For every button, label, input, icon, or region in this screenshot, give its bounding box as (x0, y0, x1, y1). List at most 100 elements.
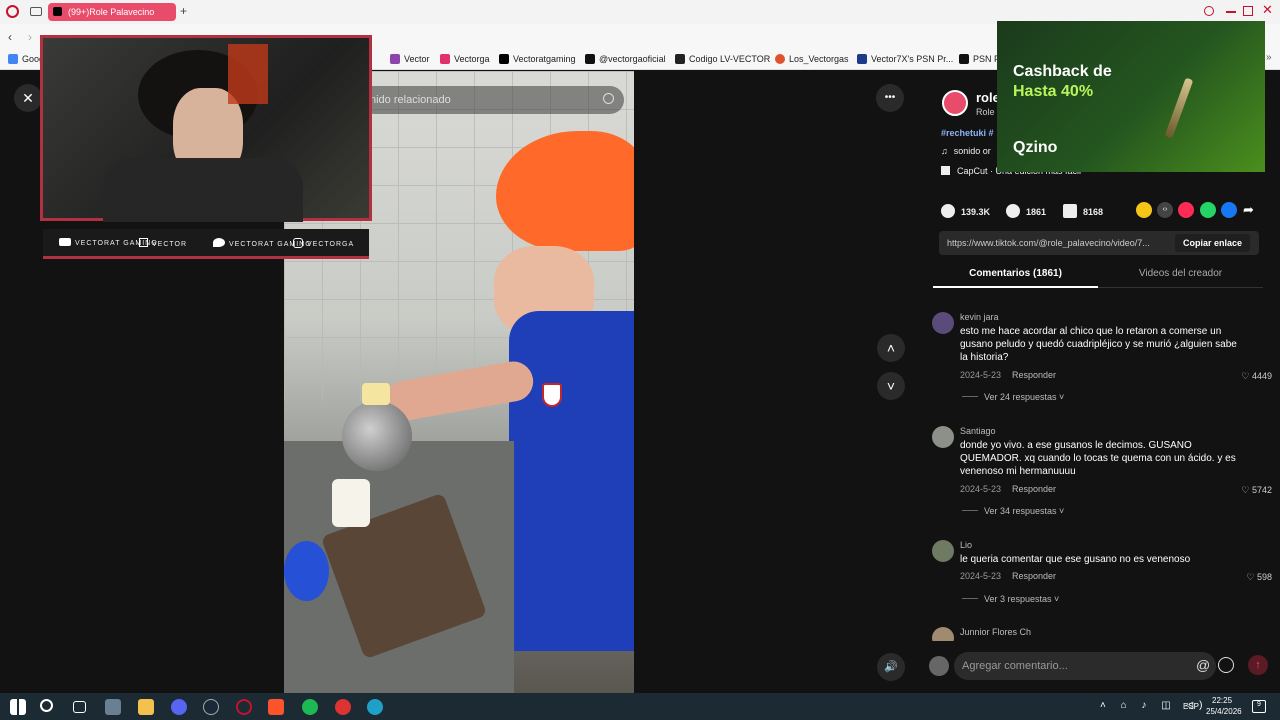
comment-likes[interactable]: ♡ 4449 (1241, 371, 1272, 382)
saves-stat[interactable]: 8168 (1063, 204, 1103, 218)
search-icon[interactable] (603, 93, 614, 104)
ad-sword-icon (1164, 77, 1194, 139)
spotify-icon[interactable] (302, 699, 318, 715)
avatar[interactable] (932, 312, 954, 334)
discord-icon[interactable] (171, 699, 187, 715)
app-icon[interactable] (105, 699, 121, 715)
view-replies-button[interactable]: Ver 3 respuestas ˅ (962, 594, 1059, 604)
search-tabs-icon[interactable] (1204, 6, 1214, 16)
sound-row[interactable]: ♫ sonido or (941, 146, 991, 156)
user-avatar[interactable] (929, 656, 949, 676)
reply-button[interactable]: Responder (1012, 571, 1056, 581)
heart-icon (941, 204, 955, 218)
copy-link-button[interactable]: Copiar enlace (1175, 234, 1251, 252)
comments-stat[interactable]: 1861 (1006, 204, 1046, 218)
next-video-button[interactable]: ˅ (877, 372, 905, 400)
steam-icon[interactable] (203, 699, 219, 715)
post-comment-button[interactable]: ↑ (1248, 655, 1268, 675)
task-view-icon[interactable] (73, 701, 86, 713)
bookmark-item[interactable]: PSN P (959, 54, 1000, 64)
reply-button[interactable]: Responder (1012, 484, 1056, 494)
comment-item: Lio le queria comentar que ese gusano no… (932, 540, 1272, 610)
video-url[interactable]: https://www.tiktok.com/@role_palavecino/… (947, 238, 1173, 248)
windows-start-icon[interactable] (10, 699, 26, 715)
bookmark-item[interactable]: Goog (8, 54, 44, 64)
ad-line-2: Hasta 40% (1013, 83, 1094, 100)
previous-video-button[interactable]: ˄ (877, 334, 905, 362)
mention-icon[interactable]: @ (1196, 657, 1210, 673)
share-link-row: https://www.tiktok.com/@role_palavecino/… (939, 231, 1259, 255)
close-video-button[interactable]: ✕ (14, 84, 42, 112)
clock-date[interactable]: 25/4/2026 (1206, 707, 1242, 716)
bookmark-item[interactable]: Vectorga (440, 54, 490, 64)
notification-count: 9 (1257, 701, 1261, 708)
comment-username[interactable]: kevin jara (960, 312, 999, 322)
share-arrow-icon[interactable]: ➦ (1243, 202, 1254, 218)
comment-icon (1006, 204, 1020, 218)
comment-likes[interactable]: ♡ 5742 (1241, 485, 1272, 496)
tiktok-icon (53, 7, 62, 16)
bookmark-item[interactable]: Vector (390, 54, 430, 64)
edge-icon[interactable] (367, 699, 383, 715)
tab-creator-videos[interactable]: Videos del creador (1098, 268, 1263, 279)
tab-comments[interactable]: Comentarios (1861) (933, 268, 1098, 279)
tab-active-underline (933, 286, 1098, 288)
casino-ad-overlay[interactable]: Cashback de Hasta 40% Qzino (997, 21, 1265, 172)
video-hashtags[interactable]: #rechetuki # (941, 128, 994, 138)
comment-text: esto me hace acordar al chico que lo ret… (960, 326, 1237, 363)
share-friends-icon[interactable] (1136, 202, 1152, 218)
emoji-icon[interactable] (1218, 657, 1234, 673)
volume-button[interactable]: 🔊 (877, 653, 905, 681)
avatar[interactable] (932, 426, 954, 448)
search-placeholder: nido relacionado (370, 94, 451, 106)
embed-icon[interactable]: ‹› (1157, 202, 1173, 218)
back-icon[interactable]: ‹ (8, 30, 12, 44)
avatar[interactable] (932, 540, 954, 562)
language-indicator[interactable]: ESP (1183, 702, 1199, 711)
bookmark-item[interactable]: Los_Vectorgas (775, 54, 849, 64)
video-search-input[interactable]: nido relacionado (360, 86, 624, 114)
twitter-icon (213, 238, 225, 247)
facebook-icon[interactable] (1221, 202, 1237, 218)
workspaces-icon[interactable] (30, 7, 42, 16)
clock-time[interactable]: 22:25 (1212, 696, 1232, 705)
music-note-icon: ♫ (941, 146, 948, 156)
notifications-icon[interactable]: 9 (1252, 700, 1266, 713)
view-replies-button[interactable]: Ver 24 respuestas ˅ (962, 392, 1064, 402)
likes-stat[interactable]: 139.3K (941, 204, 990, 218)
bookmark-item[interactable]: Vector7X's PSN Pr... (857, 54, 953, 64)
file-explorer-icon[interactable] (138, 699, 154, 715)
opera-icon[interactable] (236, 699, 252, 715)
reply-button[interactable]: Responder (1012, 370, 1056, 380)
comment-username[interactable]: Junnior Flores Ch (960, 627, 1031, 637)
brave-icon[interactable] (268, 699, 284, 715)
bookmark-item[interactable]: Vectoratgaming (499, 54, 576, 64)
new-tab-button[interactable]: + (180, 4, 187, 18)
browser-tab-active[interactable]: (99+)Role Palavecino (48, 3, 176, 21)
search-icon[interactable] (40, 699, 53, 712)
chevron-down-icon: ˅ (1056, 392, 1065, 402)
twitch-icon (390, 54, 400, 64)
comment-likes[interactable]: ♡ 598 (1246, 572, 1272, 583)
forward-icon[interactable]: › (28, 30, 32, 44)
close-window-icon[interactable]: ✕ (1262, 2, 1273, 18)
comment-username[interactable]: Lio (960, 540, 972, 550)
twitch-handle: VECTOR (139, 238, 187, 248)
heart-outline-icon: ♡ (1246, 572, 1257, 582)
minimize-icon[interactable] (1226, 11, 1236, 13)
comment-input[interactable]: Agregar comentario... @ (954, 652, 1216, 680)
more-options-button[interactable]: ••• (876, 84, 904, 112)
app-icon[interactable] (335, 699, 351, 715)
bookmarks-more-icon[interactable]: » (1266, 52, 1272, 63)
bookmark-item[interactable]: Codigo LV-VECTOR (675, 54, 770, 64)
view-replies-button[interactable]: Ver 34 respuestas ˅ (962, 506, 1064, 516)
send-icon[interactable] (1178, 202, 1194, 218)
avatar[interactable] (932, 627, 954, 641)
creator-subname: Role (976, 107, 995, 117)
maximize-icon[interactable] (1243, 6, 1253, 16)
bookmark-item[interactable]: @vectorgaoficial (585, 54, 666, 64)
creator-avatar[interactable] (942, 90, 968, 116)
whatsapp-icon[interactable] (1200, 202, 1216, 218)
opera-logo-icon[interactable] (6, 5, 19, 18)
comment-username[interactable]: Santiago (960, 426, 996, 436)
